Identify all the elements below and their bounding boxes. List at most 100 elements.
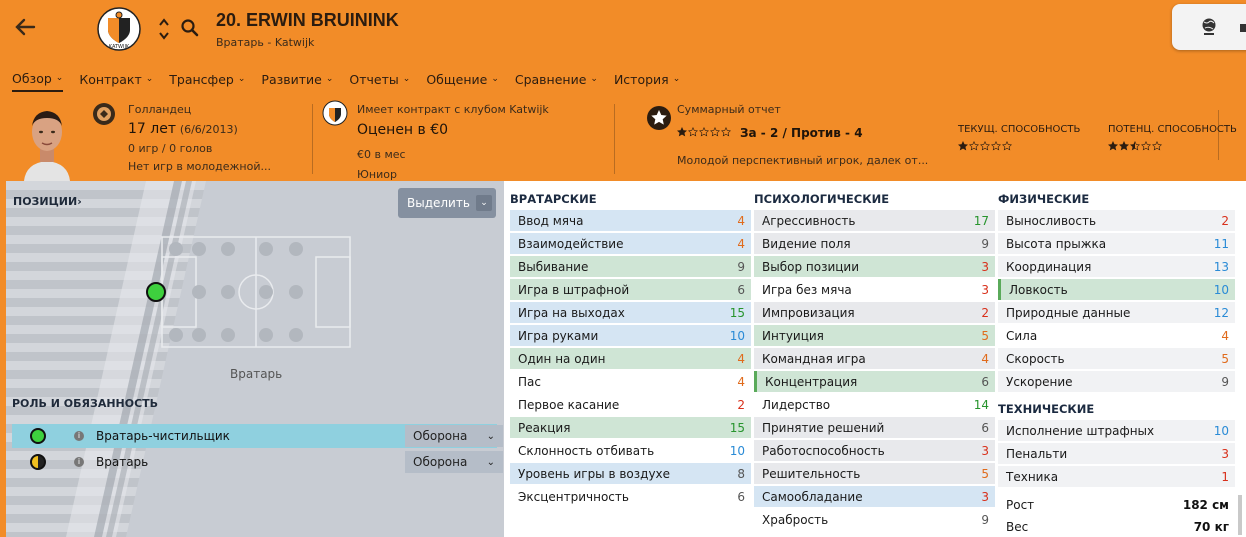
attribute-value: 9: [737, 259, 745, 274]
attribute-name: Пас: [518, 374, 541, 389]
club-small-icon: [322, 100, 348, 126]
report-text[interactable]: Молодой перспективный игрок, далек от...: [677, 154, 928, 167]
attribute-row-goalkeeping[interactable]: Уровень игры в воздухе 8: [510, 463, 751, 484]
attribute-row-mental[interactable]: Выбор позиции 3: [754, 256, 995, 277]
attribute-row-mental[interactable]: Лидерство 14: [754, 394, 995, 415]
player-value: Оценен в €0: [357, 122, 449, 138]
attribute-row-goalkeeping[interactable]: Один на один 4: [510, 348, 751, 369]
attribute-row-goalkeeping[interactable]: Реакция 15: [510, 417, 751, 438]
back-arrow-icon[interactable]: [12, 14, 38, 40]
tab-history[interactable]: История ⌄: [614, 66, 680, 92]
attribute-row-physical[interactable]: Скорость 5: [998, 348, 1235, 369]
attribute-value: 6: [737, 489, 745, 504]
chevron-down-icon: ⌄: [145, 74, 154, 84]
attribute-name: Выбор позиции: [762, 259, 860, 274]
attribute-row-mental[interactable]: Храбрость 9: [754, 509, 995, 530]
attribute-row-goalkeeping[interactable]: Склонность отбивать 10: [510, 440, 751, 461]
role-row[interactable]: i Вратарь-чистильщик Оборона ⌄: [12, 424, 503, 448]
player-info-strip: Голландец 17 лет (6/6/2013) 0 игр / 0 го…: [0, 96, 1246, 181]
corner-panel[interactable]: [1172, 4, 1246, 50]
attribute-value: 6: [981, 374, 989, 389]
youth-games[interactable]: Нет игр в молодежной...: [128, 160, 271, 173]
attribute-row-goalkeeping[interactable]: Первое касание 2: [510, 394, 751, 415]
attribute-row-physical[interactable]: Природные данные 12: [998, 302, 1235, 323]
attribute-row-mental[interactable]: Командная игра 4: [754, 348, 995, 369]
body-stat-row: Рост 182 см: [998, 494, 1235, 515]
attribute-row-physical[interactable]: Координация 13: [998, 256, 1235, 277]
attribute-row-technical[interactable]: Техника 1: [998, 466, 1235, 487]
tab-label: История: [613, 71, 669, 87]
star-icon: [699, 127, 709, 137]
prev-next-arrows-icon[interactable]: [158, 16, 170, 42]
attribute-value: 3: [981, 489, 989, 504]
tab-transfer[interactable]: Трансфер ⌄: [169, 66, 245, 92]
tab-interaction[interactable]: Общение ⌄: [426, 66, 499, 92]
attribute-value: 12: [1213, 305, 1229, 320]
star-icon: [969, 141, 979, 151]
attribute-row-mental[interactable]: Работоспособность 3: [754, 440, 995, 461]
attribute-name: Высота прыжка: [1006, 236, 1107, 251]
attribute-row-physical[interactable]: Сила 4: [998, 325, 1235, 346]
attribute-value: 10: [1213, 282, 1229, 297]
tab-reports[interactable]: Отчеты ⌄: [349, 66, 410, 92]
attribute-row-goalkeeping[interactable]: Игра на выходах 15: [510, 302, 751, 323]
duty-dropdown[interactable]: Оборона ⌄: [405, 425, 503, 447]
player-avatar[interactable]: [18, 102, 76, 181]
attribute-value: 14: [973, 397, 989, 412]
player-subtitle[interactable]: Вратарь - Katwijk: [216, 36, 314, 49]
duty-dropdown[interactable]: Оборона ⌄: [405, 451, 503, 473]
attribute-row-goalkeeping[interactable]: Выбивание 9: [510, 256, 751, 277]
attribute-row-goalkeeping[interactable]: Эксцентричность 6: [510, 486, 751, 507]
info-icon[interactable]: i: [74, 431, 84, 441]
gk-position-marker[interactable]: [146, 282, 166, 302]
attribute-row-mental[interactable]: Видение поля 9: [754, 233, 995, 254]
attribute-row-mental[interactable]: Агрессивность 17: [754, 210, 995, 231]
search-icon[interactable]: [180, 18, 200, 38]
globe-icon[interactable]: [1200, 17, 1218, 37]
attribute-value: 1: [1221, 469, 1229, 484]
tab-comparison[interactable]: Сравнение ⌄: [515, 66, 598, 92]
tab-contract[interactable]: Контракт ⌄: [79, 66, 153, 92]
attribute-row-mental[interactable]: Принятие решений 6: [754, 417, 995, 438]
attribute-row-goalkeeping[interactable]: Взаимодействие 4: [510, 233, 751, 254]
attribute-value: 4: [737, 236, 745, 251]
attribute-row-physical[interactable]: Высота прыжка 11: [998, 233, 1235, 254]
attribute-name: Взаимодействие: [518, 236, 624, 251]
attribute-name: Природные данные: [1006, 305, 1131, 320]
attribute-row-goalkeeping[interactable]: Пас 4: [510, 371, 751, 392]
role-name: Вратарь: [96, 455, 149, 469]
scrollbar[interactable]: [1238, 495, 1242, 535]
report-star-icon: [646, 105, 672, 131]
attribute-row-physical[interactable]: Ловкость 10: [998, 279, 1235, 300]
highlight-dropdown[interactable]: Выделить ⌄: [398, 188, 496, 218]
attribute-row-mental[interactable]: Концентрация 6: [754, 371, 995, 392]
attribute-row-goalkeeping[interactable]: Ввод мяча 4: [510, 210, 751, 231]
attribute-row-mental[interactable]: Игра без мяча 3: [754, 279, 995, 300]
attribute-value: 4: [737, 351, 745, 366]
attribute-row-technical[interactable]: Пенальти 3: [998, 443, 1235, 464]
role-row[interactable]: i Вратарь Оборона ⌄: [12, 450, 503, 474]
attribute-value: 11: [1213, 236, 1229, 251]
attribute-row-goalkeeping[interactable]: Игра руками 10: [510, 325, 751, 346]
positions-title[interactable]: ПОЗИЦИИ›: [13, 195, 82, 208]
attribute-row-mental[interactable]: Самообладание 3: [754, 486, 995, 507]
club-logo[interactable]: KATWIJK: [96, 6, 142, 52]
attribute-name: Уровень игры в воздухе: [518, 466, 671, 481]
attribute-value: 6: [737, 282, 745, 297]
tab-overview[interactable]: Обзор ⌄: [12, 66, 64, 92]
attribute-row-physical[interactable]: Выносливость 2: [998, 210, 1235, 231]
info-icon[interactable]: i: [74, 457, 84, 467]
attribute-value: 5: [1221, 351, 1229, 366]
attribute-row-goalkeeping[interactable]: Игра в штрафной 6: [510, 279, 751, 300]
attribute-row-mental[interactable]: Решительность 5: [754, 463, 995, 484]
attribute-name: Скорость: [1006, 351, 1065, 366]
attribute-name: Один на один: [518, 351, 606, 366]
attribute-value: 4: [1221, 328, 1229, 343]
positions-title-text: ПОЗИЦИИ: [13, 195, 78, 208]
attribute-row-mental[interactable]: Интуиция 5: [754, 325, 995, 346]
attribute-row-physical[interactable]: Ускорение 9: [998, 371, 1235, 392]
attribute-row-technical[interactable]: Исполнение штрафных 10: [998, 420, 1235, 441]
attribute-name: Игра в штрафной: [518, 282, 630, 297]
attribute-row-mental[interactable]: Импровизация 2: [754, 302, 995, 323]
tab-development[interactable]: Развитие ⌄: [261, 66, 333, 92]
